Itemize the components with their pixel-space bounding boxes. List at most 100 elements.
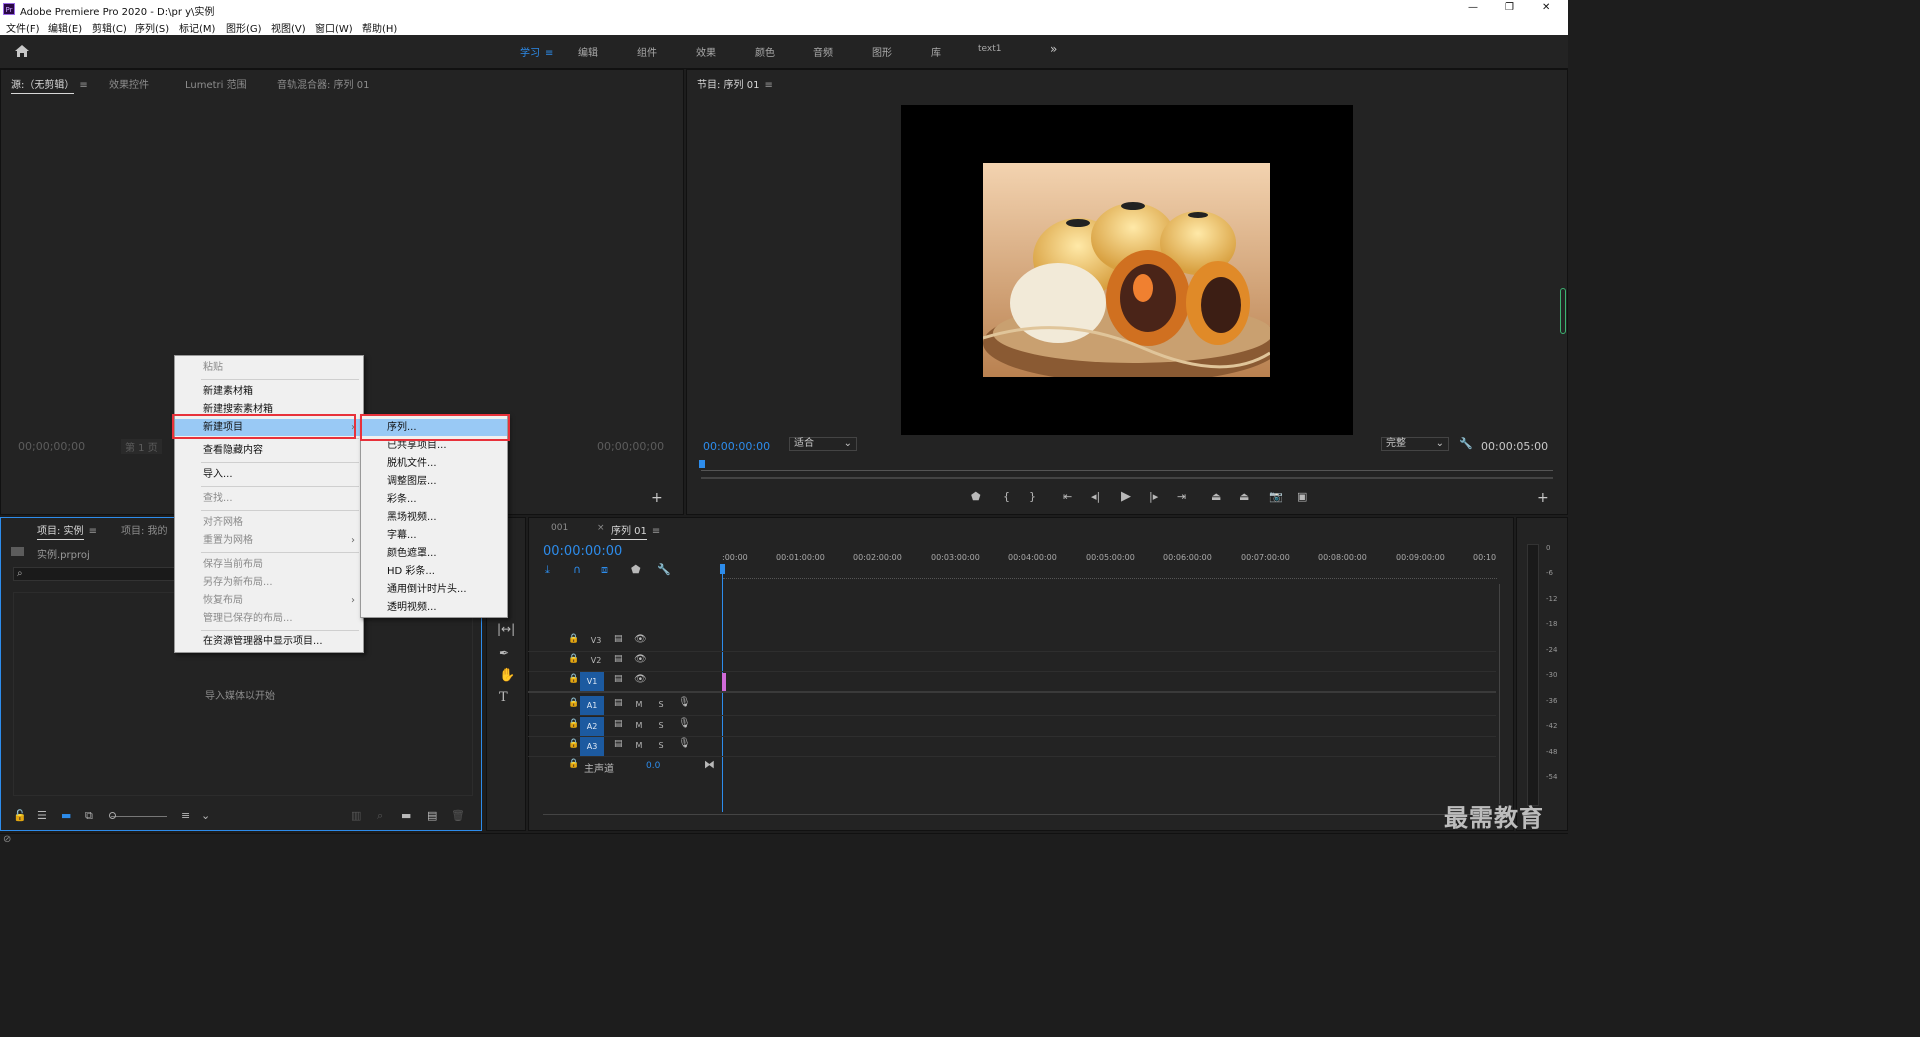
icon-view-icon[interactable]: ▬: [61, 809, 71, 822]
workspace-tab-color[interactable]: 颜色: [755, 44, 775, 59]
lock-icon[interactable]: 🔓: [13, 809, 27, 822]
solo-button[interactable]: S: [656, 700, 666, 709]
menu-item-paste[interactable]: 粘贴: [175, 359, 363, 376]
track-v2[interactable]: 🔒 V2 ▤ 👁: [528, 652, 1496, 672]
menu-sequence[interactable]: 序列(S): [135, 20, 169, 35]
submenu-item-color-matte[interactable]: 颜色遮罩...: [361, 545, 507, 562]
linked-selection-icon[interactable]: ⧈: [601, 563, 608, 577]
hamburger-icon[interactable]: ≡: [89, 526, 97, 537]
wrench-icon[interactable]: 🔧: [1459, 437, 1473, 450]
timeline-ruler[interactable]: [723, 564, 1497, 579]
hand-tool-icon[interactable]: ✋: [499, 668, 515, 683]
workspace-tab-libraries[interactable]: 库: [931, 44, 941, 59]
mute-button[interactable]: M: [634, 721, 644, 730]
camera-icon[interactable]: 📷: [1269, 490, 1283, 503]
menu-item-restore-layout[interactable]: 恢复布局 ›: [175, 592, 363, 609]
minimize-button[interactable]: —: [1468, 2, 1478, 13]
add-marker-icon[interactable]: ⬟: [631, 563, 641, 576]
pen-tool-icon[interactable]: ✒: [499, 646, 509, 660]
comparison-view-icon[interactable]: ▣: [1297, 490, 1307, 503]
lock-icon[interactable]: 🔒: [568, 759, 579, 769]
submenu-item-hd-bars[interactable]: HD 彩条...: [361, 563, 507, 580]
more-workspaces-button[interactable]: »: [1050, 42, 1057, 56]
eye-icon[interactable]: 👁: [634, 634, 647, 645]
menu-view[interactable]: 视图(V): [271, 20, 306, 35]
fit-dropdown[interactable]: 适合 ⌄: [789, 437, 857, 451]
workspace-tab-effects[interactable]: 效果: [696, 44, 716, 59]
menu-item-reset-to-grid[interactable]: 重置为网格 ›: [175, 532, 363, 549]
workspace-tab-assembly[interactable]: 组件: [637, 44, 657, 59]
menu-item-save-new-layout[interactable]: 另存为新布局...: [175, 574, 363, 591]
menu-file[interactable]: 文件(F): [6, 20, 40, 35]
step-back-icon[interactable]: ◂|: [1091, 490, 1100, 503]
freeform-view-icon[interactable]: ⧉: [85, 809, 93, 823]
hamburger-icon[interactable]: ≡: [764, 80, 772, 91]
program-timecode[interactable]: 00:00:00:00: [703, 440, 770, 453]
track-a3[interactable]: 🔒 A3 ▤ M S 🎙: [528, 737, 1496, 757]
submenu-item-offline-file[interactable]: 脱机文件...: [361, 455, 507, 472]
lock-icon[interactable]: 🔒: [568, 634, 579, 644]
microphone-icon[interactable]: 🎙: [678, 738, 691, 749]
playhead-marker-icon[interactable]: [699, 460, 705, 468]
menu-item-align-to-grid[interactable]: 对齐网格: [175, 514, 363, 531]
mute-button[interactable]: M: [634, 741, 644, 750]
lock-icon[interactable]: 🔒: [568, 739, 579, 749]
menu-clip[interactable]: 剪辑(C): [92, 20, 127, 35]
playhead-marker-icon[interactable]: [720, 564, 725, 574]
tab-sequence-01[interactable]: 序列 01 ≡: [611, 522, 660, 540]
sync-lock-icon[interactable]: ▤: [614, 634, 623, 644]
restore-button[interactable]: ❐: [1505, 2, 1514, 13]
menu-item-reveal-in-explorer[interactable]: 在资源管理器中显示项目...: [175, 633, 363, 650]
tab-project-mine[interactable]: 项目: 我的: [121, 522, 168, 537]
submenu-item-captions[interactable]: 字幕...: [361, 527, 507, 544]
workspace-tab-graphics[interactable]: 图形: [872, 44, 892, 59]
track-a2[interactable]: 🔒 A2 ▤ M S 🎙: [528, 717, 1496, 737]
home-icon[interactable]: [14, 44, 30, 58]
type-tool-icon[interactable]: T: [499, 690, 508, 705]
track-v1[interactable]: 🔒 V1 ▤ 👁: [528, 672, 1496, 693]
menu-help[interactable]: 帮助(H): [362, 20, 397, 35]
submenu-item-countdown-leader[interactable]: 通用倒计时片头...: [361, 581, 507, 598]
zoom-slider[interactable]: [111, 816, 167, 817]
sync-lock-icon[interactable]: ▤: [614, 654, 623, 664]
hamburger-icon[interactable]: ≡: [545, 48, 553, 59]
menu-item-find[interactable]: 查找...: [175, 490, 363, 507]
tab-lumetri-scopes[interactable]: Lumetri 范围: [185, 76, 247, 91]
mute-button[interactable]: M: [634, 700, 644, 709]
zoom-slider-handle[interactable]: [109, 812, 116, 819]
add-button-icon[interactable]: +: [1537, 490, 1549, 506]
find-icon[interactable]: ⌕: [377, 809, 383, 823]
list-view-icon[interactable]: ☰: [37, 809, 47, 822]
lock-icon[interactable]: 🔒: [568, 674, 579, 684]
master-volume-value[interactable]: 0.0: [646, 761, 660, 771]
menu-marker[interactable]: 标记(M): [179, 20, 215, 35]
master-end-icon[interactable]: ⧓: [704, 758, 715, 771]
step-forward-icon[interactable]: |▸: [1149, 490, 1158, 503]
new-item-icon[interactable]: ▤: [427, 809, 437, 822]
submenu-item-adjustment-layer[interactable]: 调整图层...: [361, 473, 507, 490]
go-to-out-icon[interactable]: ⇥: [1177, 490, 1186, 503]
track-target-a3[interactable]: A3: [580, 737, 604, 756]
close-tab-icon[interactable]: ×: [597, 523, 605, 533]
quality-dropdown[interactable]: 完整 ⌄: [1381, 437, 1449, 451]
add-button-icon[interactable]: +: [651, 490, 663, 506]
tab-sequence-001[interactable]: 001: [551, 523, 568, 533]
tab-audio-clip-mixer[interactable]: 音轨混合器: 序列 01: [277, 76, 369, 91]
new-bin-icon[interactable]: ▬: [401, 809, 411, 822]
trash-icon[interactable]: 🗑: [451, 809, 465, 822]
extract-icon[interactable]: ⏏: [1239, 490, 1249, 503]
nest-icon[interactable]: ⤓: [545, 563, 550, 577]
lift-icon[interactable]: ⏏: [1211, 490, 1221, 503]
timeline-vertical-scrollbar[interactable]: [1499, 584, 1500, 804]
tab-project-example[interactable]: 项目: 实例 ≡: [37, 522, 97, 540]
lock-icon[interactable]: 🔒: [568, 698, 579, 708]
play-icon[interactable]: ▶: [1121, 489, 1131, 504]
microphone-icon[interactable]: 🎙: [678, 697, 691, 708]
menu-item-save-layout[interactable]: 保存当前布局: [175, 556, 363, 573]
wrench-icon[interactable]: 🔧: [657, 563, 671, 576]
eye-icon[interactable]: 👁: [634, 674, 647, 685]
track-target-v1[interactable]: V1: [580, 672, 604, 691]
menu-window[interactable]: 窗口(W): [315, 20, 353, 35]
program-panel-title[interactable]: 节目: 序列 01 ≡: [697, 76, 773, 91]
workspace-tab-edit[interactable]: 编辑: [578, 44, 598, 59]
